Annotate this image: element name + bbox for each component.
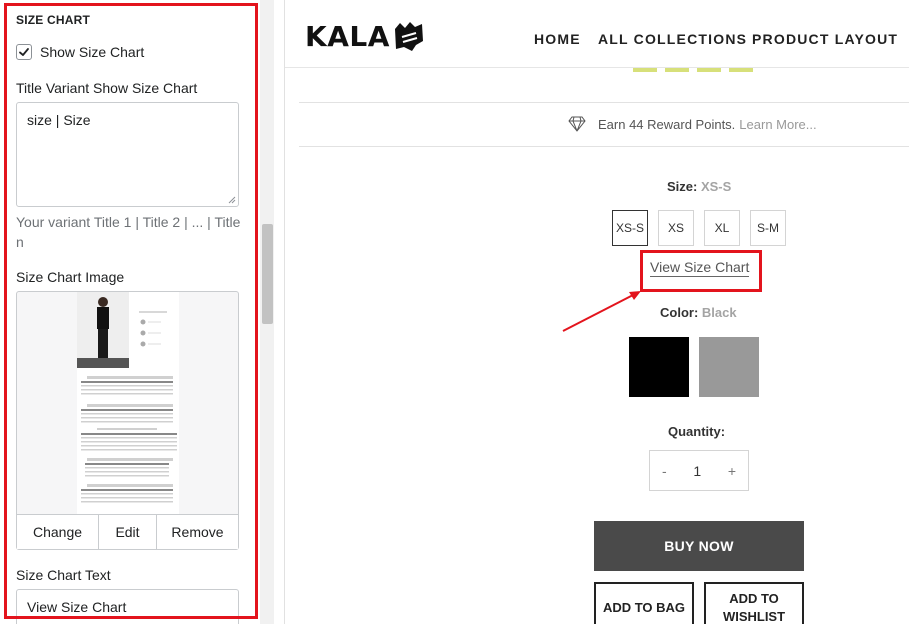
title-variant-value: size | Size: [27, 112, 91, 128]
logo-badge-icon: [394, 21, 423, 51]
divider: [299, 102, 909, 103]
size-option-s-m[interactable]: S-M: [750, 210, 786, 246]
size-chart-text-value: View Size Chart: [27, 599, 127, 615]
quantity-decrease-button[interactable]: -: [662, 463, 667, 479]
size-chart-text-label: Size Chart Text: [16, 567, 111, 583]
title-variant-textarea[interactable]: size | Size: [16, 102, 239, 207]
size-option-xs[interactable]: XS: [658, 210, 694, 246]
checkmark-icon: [19, 48, 29, 56]
color-selected-value: Black: [701, 305, 737, 320]
logo-text: KALA: [305, 20, 390, 53]
title-variant-label: Title Variant Show Size Chart: [16, 80, 198, 96]
wishlist-label-line1: ADD TO: [729, 591, 779, 606]
buy-now-button[interactable]: BUY NOW: [594, 521, 804, 571]
color-strip: [633, 68, 657, 72]
size-option-xl[interactable]: XL: [704, 210, 740, 246]
store-preview: KALA HOME ALL COLLECTIONS PRODUCT LAYOUT…: [285, 0, 909, 624]
size-chart-text-input[interactable]: View Size Chart: [16, 589, 239, 624]
image-actions: Change Edit Remove: [16, 514, 239, 550]
size-chart-image-label: Size Chart Image: [16, 269, 125, 285]
add-to-wishlist-button[interactable]: ADD TO WISHLIST: [704, 582, 804, 624]
size-label-text: Size:: [667, 179, 698, 194]
quantity-label: Quantity:: [668, 424, 726, 439]
quantity-increase-button[interactable]: +: [728, 463, 736, 479]
remove-image-button[interactable]: Remove: [156, 515, 238, 549]
view-size-chart-highlight: [640, 250, 762, 292]
learn-more-link[interactable]: Learn More...: [739, 117, 816, 132]
title-variant-help: Your variant Title 1 | Title 2 | ... | T…: [16, 214, 241, 250]
show-size-chart-label: Show Size Chart: [40, 44, 145, 60]
color-label-text: Color:: [660, 305, 699, 320]
resize-grip-icon[interactable]: [228, 196, 236, 204]
quantity-stepper: - 1 +: [649, 450, 749, 491]
store-logo[interactable]: KALA: [305, 20, 426, 53]
edit-image-button[interactable]: Edit: [98, 515, 156, 549]
nav-product-layout[interactable]: PRODUCT LAYOUT: [752, 31, 898, 47]
store-header: KALA HOME ALL COLLECTIONS PRODUCT LAYOUT: [285, 0, 909, 68]
color-strip: [729, 68, 753, 72]
size-label: Size: XS-S: [667, 179, 731, 194]
diamond-icon: [568, 116, 586, 132]
color-strip: [697, 68, 721, 72]
quantity-value[interactable]: 1: [693, 463, 701, 479]
pointer-arrow-icon: [562, 291, 641, 332]
reward-text: Earn 44 Reward Points.: [598, 116, 736, 132]
size-option-xs-s[interactable]: XS-S: [612, 210, 648, 246]
wishlist-label-line2: WISHLIST: [722, 609, 786, 624]
nav-all-collections[interactable]: ALL COLLECTIONS: [598, 31, 747, 47]
section-title: SIZE CHART: [16, 13, 90, 27]
show-size-chart-checkbox[interactable]: [16, 44, 32, 60]
add-to-bag-button[interactable]: ADD TO BAG: [594, 582, 694, 624]
size-chart-thumbnail: [77, 292, 179, 514]
settings-panel: SIZE CHART Show Size Chart Title Variant…: [0, 0, 260, 624]
color-swatch-black[interactable]: [629, 337, 689, 397]
divider: [299, 146, 909, 147]
change-image-button[interactable]: Change: [17, 515, 98, 549]
reward-points: Earn 44 Reward Points. Learn More...: [568, 116, 817, 132]
color-label: Color: Black: [660, 305, 737, 320]
color-swatch-grey[interactable]: [699, 337, 759, 397]
size-chart-image-preview[interactable]: [16, 291, 239, 515]
nav-home[interactable]: HOME: [534, 31, 581, 47]
show-size-chart-toggle[interactable]: Show Size Chart: [16, 44, 144, 60]
size-selected-value: XS-S: [700, 179, 732, 194]
color-strip: [665, 68, 689, 72]
scrollbar-thumb[interactable]: [262, 224, 273, 324]
